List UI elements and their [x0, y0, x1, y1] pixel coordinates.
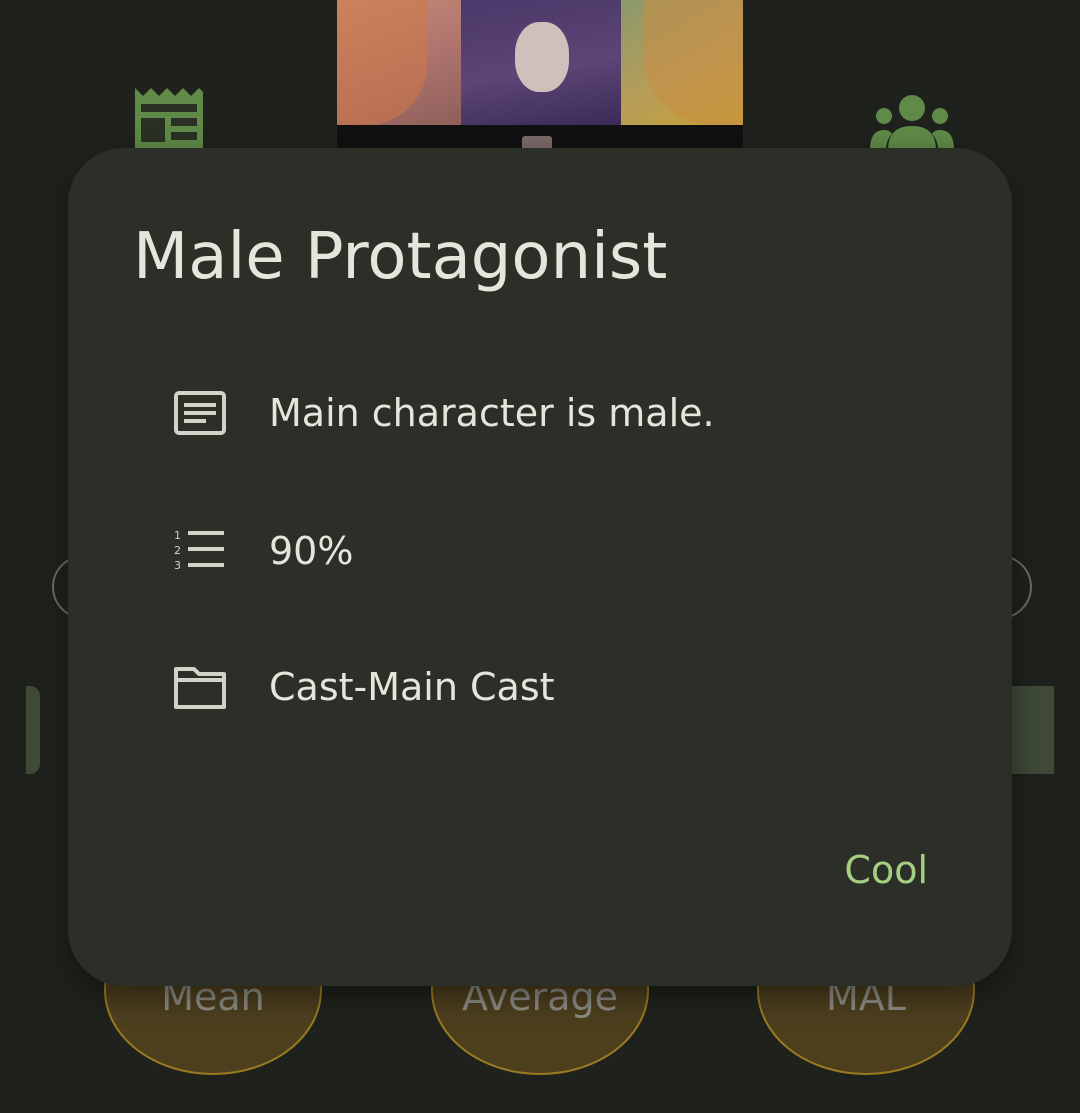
category-text: Cast-Main Cast: [269, 665, 555, 709]
svg-text:3: 3: [174, 559, 181, 572]
background-chip-left: [26, 686, 40, 774]
svg-text:1: 1: [174, 529, 181, 542]
rank-row: 1 2 3 90%: [172, 521, 353, 581]
background-chip-right: [1010, 686, 1054, 774]
cover-image: [337, 0, 743, 150]
format-list-numbered-icon: 1 2 3: [172, 527, 228, 575]
notes-icon: [172, 389, 228, 437]
category-row: Cast-Main Cast: [172, 657, 555, 717]
description-text: Main character is male.: [269, 391, 715, 435]
dialog-title: Male Protagonist: [133, 220, 668, 294]
description-row: Main character is male.: [172, 383, 715, 443]
rank-text: 90%: [269, 529, 354, 573]
tag-info-dialog: Male Protagonist Main character is male.…: [68, 148, 1012, 986]
cool-button[interactable]: Cool: [844, 848, 928, 892]
newspaper-icon[interactable]: [133, 86, 205, 148]
folder-icon: [172, 663, 228, 711]
group-icon[interactable]: [868, 94, 956, 150]
svg-text:2: 2: [174, 544, 181, 557]
